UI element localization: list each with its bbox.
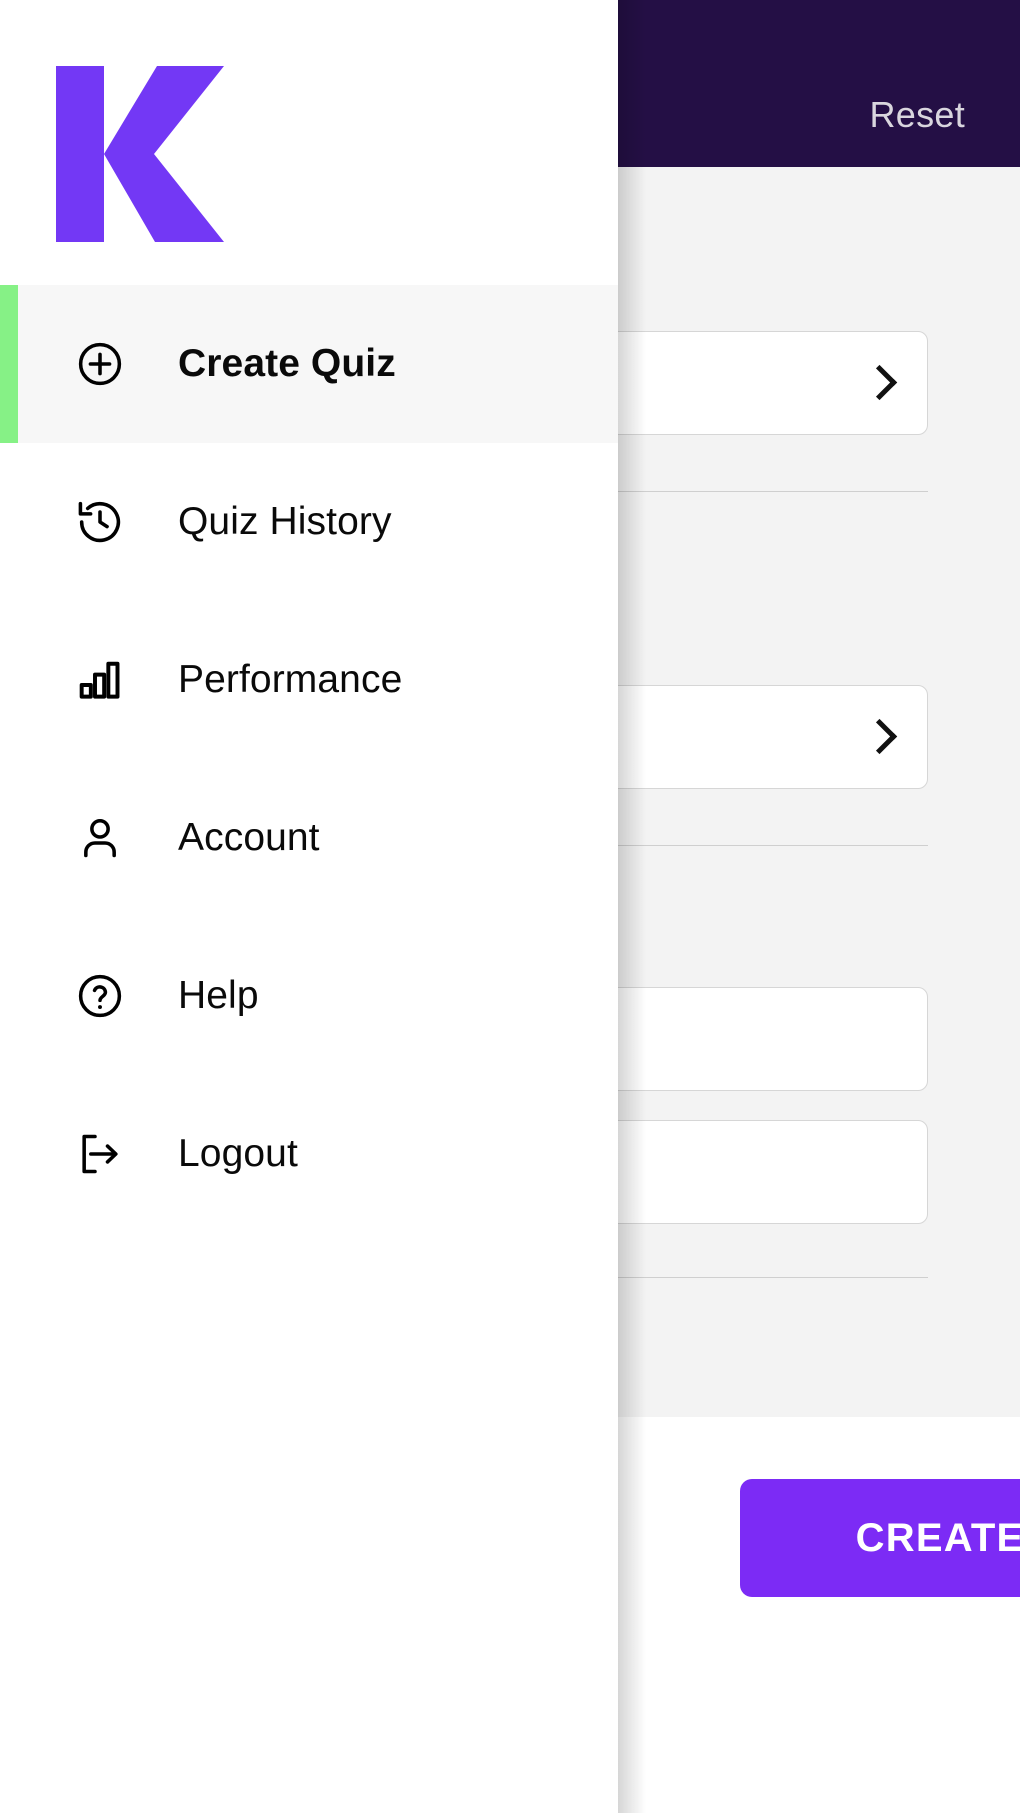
plus-circle-icon	[68, 339, 132, 389]
active-indicator-bar	[0, 285, 18, 443]
sidebar-item-account[interactable]: Account	[0, 759, 618, 917]
logout-arrow-icon	[68, 1129, 132, 1179]
sidebar-item-performance[interactable]: Performance	[0, 601, 618, 759]
bar-chart-icon	[68, 655, 132, 705]
history-clock-icon	[68, 497, 132, 547]
navigation-drawer: Create Quiz Quiz History Performance Acc…	[0, 0, 618, 1813]
sidebar-item-help[interactable]: Help	[0, 917, 618, 1075]
sidebar-item-label: Help	[178, 974, 259, 1017]
sidebar-item-label: Performance	[178, 658, 403, 701]
drawer-nav: Create Quiz Quiz History Performance Acc…	[0, 285, 618, 1233]
kaplan-k-logo	[56, 66, 228, 242]
chevron-right-icon	[865, 363, 891, 403]
chevron-right-icon	[865, 717, 891, 757]
create-button[interactable]: CREATE	[740, 1479, 1020, 1597]
sidebar-item-logout[interactable]: Logout	[0, 1075, 618, 1233]
question-circle-icon	[68, 971, 132, 1021]
sidebar-item-quiz-history[interactable]: Quiz History	[0, 443, 618, 601]
app-screen: Create Quiz Reset Subject Topic Marked […	[0, 0, 1020, 1813]
sidebar-item-label: Account	[178, 816, 320, 859]
person-icon	[68, 813, 132, 863]
sidebar-item-label: Create Quiz	[178, 342, 396, 385]
sidebar-item-label: Quiz History	[178, 500, 392, 543]
reset-button[interactable]: Reset	[869, 94, 965, 136]
sidebar-item-create-quiz[interactable]: Create Quiz	[0, 285, 618, 443]
sidebar-item-label: Logout	[178, 1132, 298, 1175]
